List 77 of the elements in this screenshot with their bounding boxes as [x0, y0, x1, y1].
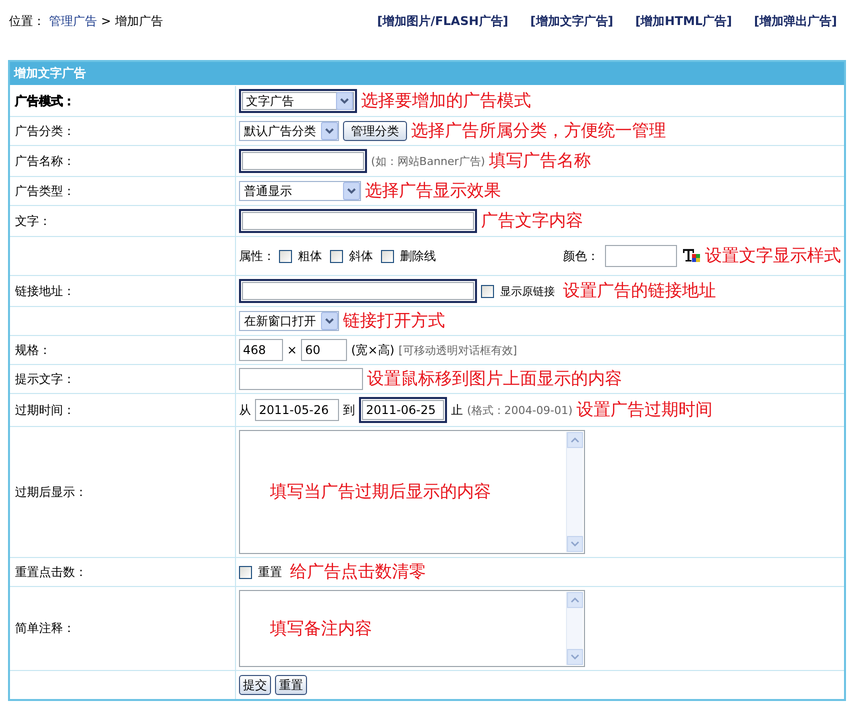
field-label: 广告模式：: [15, 92, 75, 110]
annotation-text: 设置广告过期时间: [576, 399, 713, 421]
field-label: 文字：: [15, 212, 51, 230]
annotation-text: 设置鼠标移到图片上面显示的内容: [367, 368, 622, 390]
field-text: 止: [451, 402, 463, 418]
hint-text: (格式：2004-09-01): [467, 402, 573, 418]
input-field[interactable]: 468: [239, 339, 283, 361]
annotation-text: 选择广告显示效果: [365, 180, 501, 202]
field-label: 广告名称：: [15, 152, 75, 170]
checkbox-label: 斜体: [349, 248, 373, 264]
annotation-text: 链接打开方式: [343, 310, 445, 332]
annotation-text: 广告文字内容: [481, 210, 583, 232]
chevron-down-icon[interactable]: [321, 122, 338, 140]
field-label: 广告类型：: [15, 182, 75, 200]
annotation-text: 填写当广告过期后显示的内容: [270, 481, 491, 503]
nav-link[interactable]: [增加弹出广告]: [754, 12, 837, 30]
field-label: 重置点击数：: [15, 564, 87, 580]
select-field[interactable]: 默认广告分类: [239, 121, 339, 141]
chevron-down-icon[interactable]: [321, 312, 338, 330]
field-label: 简单注释：: [15, 620, 75, 637]
input-field[interactable]: [239, 209, 477, 233]
input-field[interactable]: [239, 149, 367, 173]
breadcrumb-current: 增加广告: [115, 12, 164, 30]
annotation-text: 填写广告名称: [489, 150, 592, 172]
input-field[interactable]: [239, 279, 477, 303]
checkbox[interactable]: [279, 250, 292, 262]
checkbox-label: 删除线: [400, 248, 436, 264]
panel-title: 增加文字广告: [10, 62, 844, 86]
textarea-field[interactable]: 填写当广告过期后显示的内容: [239, 430, 585, 554]
checkbox[interactable]: [239, 566, 252, 578]
input-field[interactable]: [239, 368, 363, 390]
nav-link[interactable]: [增加图片/FLASH广告]: [377, 12, 508, 30]
checkbox[interactable]: [330, 250, 343, 262]
field-text: (宽×高): [351, 342, 394, 358]
annotation-text: 设置广告的链接地址: [563, 280, 716, 302]
input-field[interactable]: 60: [301, 339, 348, 361]
select-field[interactable]: 普通显示: [239, 181, 361, 201]
checkbox-label: 重置: [258, 564, 282, 580]
select-field[interactable]: 文字广告: [239, 89, 357, 113]
breadcrumb-link[interactable]: 管理广告: [49, 12, 97, 30]
form-button[interactable]: 管理分类: [343, 121, 407, 141]
form-button[interactable]: 提交: [239, 675, 271, 695]
field-label: 过期时间：: [15, 402, 75, 418]
annotation-text: 填写备注内容: [270, 618, 372, 640]
hint-text: (如：网站Banner广告): [371, 154, 486, 168]
textarea-field[interactable]: 填写备注内容: [239, 590, 585, 667]
text-color-icon[interactable]: [683, 248, 701, 264]
nav-link[interactable]: [增加HTML广告]: [635, 12, 732, 30]
color-label: 颜色：: [563, 248, 599, 264]
breadcrumb-label: 位置：: [9, 12, 45, 30]
annotation-text: 选择要增加的广告模式: [361, 90, 531, 112]
select-field[interactable]: 在新窗口打开: [239, 311, 339, 331]
annotation-text: 设置文字显示样式: [705, 245, 841, 267]
field-label: 链接地址：: [15, 282, 75, 300]
annotation-text: 给广告点击数清零: [290, 561, 426, 583]
nav-link[interactable]: [增加文字广告]: [530, 12, 614, 30]
form-button[interactable]: 重置: [275, 675, 307, 695]
field-label: 规格：: [15, 342, 51, 358]
chevron-down-icon[interactable]: [343, 182, 360, 200]
field-text: 到: [343, 402, 355, 418]
color-input-field[interactable]: [605, 245, 677, 267]
chevron-down-icon[interactable]: [336, 92, 353, 110]
checkbox-label: 显示原链接: [500, 284, 555, 298]
input-field[interactable]: 2011-06-25: [359, 397, 447, 423]
checkbox[interactable]: [381, 250, 394, 262]
checkbox[interactable]: [481, 284, 494, 298]
annotation-text: 选择广告所属分类，方便统一管理: [411, 120, 666, 142]
field-label: 过期后显示：: [15, 484, 87, 500]
field-text: 属性：: [239, 248, 275, 264]
breadcrumb-separator: >: [101, 14, 112, 28]
checkbox-label: 粗体: [298, 248, 322, 264]
field-text: ×: [287, 343, 298, 357]
field-label: 广告分类：: [15, 122, 75, 140]
input-field[interactable]: 2011-05-26: [255, 399, 339, 421]
hint-text: [可移动透明对话框有效]: [398, 342, 518, 358]
field-text: 从: [239, 402, 251, 418]
field-label: 提示文字：: [15, 370, 75, 388]
